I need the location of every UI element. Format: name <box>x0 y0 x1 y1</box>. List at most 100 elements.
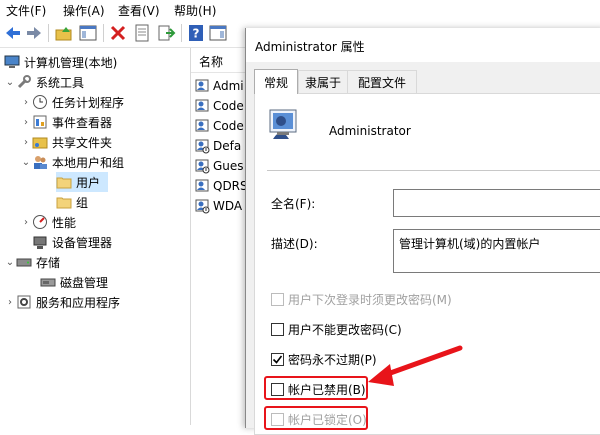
tree-item-computer-management[interactable]: 计算机管理(本地) <box>4 52 117 72</box>
annotation-arrow-icon <box>368 345 463 386</box>
tree-item-label: 磁盘管理 <box>60 275 109 290</box>
chevron-down-icon[interactable]: ⌄ <box>4 252 16 272</box>
tree-item-shared-folders[interactable]: › 共享文件夹 <box>20 132 112 152</box>
checkbox-box <box>271 293 284 306</box>
checkmark-icon <box>272 355 283 364</box>
menu-help[interactable]: 帮助(H) <box>174 2 216 19</box>
tree-item-label: 本地用户和组 <box>52 155 125 170</box>
list-item[interactable]: Admi <box>195 76 244 96</box>
list-item[interactable]: Code <box>195 96 244 116</box>
tree-item-label: 系统工具 <box>36 75 85 90</box>
device-manager-icon <box>32 234 48 250</box>
tab-general[interactable]: 常规 <box>254 69 298 94</box>
checkbox-box[interactable] <box>271 323 284 336</box>
chevron-down-icon[interactable]: ⌄ <box>20 152 32 172</box>
tree-item-task-scheduler[interactable]: › 任务计划程序 <box>20 92 124 112</box>
back-arrow-icon[interactable] <box>3 23 23 43</box>
tree-item-storage[interactable]: ⌄ 存储 <box>4 252 60 272</box>
chevron-down-icon[interactable]: ⌄ <box>4 72 16 92</box>
svg-text:?: ? <box>193 27 200 41</box>
highlight-box <box>264 406 368 430</box>
performance-icon <box>32 214 48 230</box>
tree-item-event-viewer[interactable]: › 事件查看器 <box>20 112 112 132</box>
chevron-right-icon[interactable]: › <box>4 292 16 312</box>
console-tree: 计算机管理(本地) ⌄ 系统工具 › 任务计划程序 › 事件查看器 › 共享文件… <box>0 48 191 425</box>
tab-member-of[interactable]: 隶属于 <box>298 70 348 93</box>
tree-item-label: 服务和应用程序 <box>36 295 121 310</box>
list-header-name[interactable]: 名称 <box>191 48 251 73</box>
disk-icon <box>40 274 56 290</box>
highlight-box <box>264 376 368 400</box>
tree-item-label: 用户 <box>76 175 101 190</box>
help-icon[interactable]: ? <box>186 23 206 43</box>
disabled-user-icon <box>195 138 211 154</box>
shared-folder-icon <box>32 134 48 150</box>
services-icon <box>16 294 32 310</box>
tree-item-label: 任务计划程序 <box>52 95 125 110</box>
list-item[interactable]: WDA <box>195 196 242 216</box>
description-field[interactable]: 管理计算机(域)的内置帐户 <box>393 229 600 273</box>
checkbox-cannot-change-password[interactable]: 用户不能更改密码(C) <box>271 321 402 338</box>
menu-action[interactable]: 操作(A) <box>63 2 105 19</box>
tools-icon <box>16 74 32 90</box>
list-item[interactable]: Defa <box>195 136 241 156</box>
dialog-title-bar[interactable]: Administrator 属性 <box>246 28 600 62</box>
computer-management-icon <box>4 54 20 70</box>
show-hide-action-icon[interactable] <box>208 23 228 43</box>
user-icon <box>195 178 211 194</box>
user-name: Administrator <box>329 124 411 138</box>
delete-icon[interactable] <box>108 23 128 43</box>
user-icon <box>195 98 211 114</box>
list-item[interactable]: QDRS <box>195 176 248 196</box>
disabled-user-icon <box>195 158 211 174</box>
chevron-right-icon[interactable]: › <box>20 132 32 152</box>
user-icon <box>195 118 211 134</box>
list-item[interactable]: Gues <box>195 156 244 176</box>
tree-item-groups[interactable]: 组 <box>56 192 88 212</box>
export-icon[interactable] <box>156 23 176 43</box>
tree-item-label: 计算机管理(本地) <box>24 55 118 70</box>
chevron-right-icon[interactable]: › <box>20 112 32 132</box>
tree-item-label: 存储 <box>36 255 61 270</box>
user-icon <box>195 78 211 94</box>
tree-item-label: 设备管理器 <box>52 235 113 250</box>
folder-icon <box>56 194 72 210</box>
tree-item-local-users-groups[interactable]: ⌄ 本地用户和组 <box>20 152 124 172</box>
folder-icon <box>56 174 72 190</box>
disabled-user-icon <box>195 198 211 214</box>
tree-item-services-apps[interactable]: › 服务和应用程序 <box>4 292 120 312</box>
checkbox-must-change-password: 用户下次登录时须更改密码(M) <box>271 291 452 308</box>
tree-item-label: 组 <box>76 195 89 210</box>
description-label: 描述(D): <box>271 237 318 251</box>
clock-icon <box>32 94 48 110</box>
properties-icon[interactable] <box>132 23 152 43</box>
up-folder-icon[interactable] <box>54 23 74 43</box>
menu-bar: 文件(F) 操作(A) 查看(V) 帮助(H) <box>0 0 600 19</box>
list-item[interactable]: Code <box>195 116 244 136</box>
tree-item-users[interactable]: 用户 <box>56 172 108 192</box>
user-list: 名称 Admi Code Code Defa Gues QDRS WDA <box>191 48 251 425</box>
users-group-icon <box>32 154 48 170</box>
user-avatar-icon <box>267 108 301 142</box>
menu-file[interactable]: 文件(F) <box>6 2 46 19</box>
tree-item-performance[interactable]: › 性能 <box>20 212 76 232</box>
chevron-right-icon[interactable]: › <box>20 212 32 232</box>
chevron-right-icon[interactable]: › <box>20 92 32 112</box>
menu-view[interactable]: 查看(V) <box>118 2 160 19</box>
tree-item-label: 事件查看器 <box>52 115 113 130</box>
event-viewer-icon <box>32 114 48 130</box>
fullname-label: 全名(F): <box>271 197 316 211</box>
tree-item-disk-management[interactable]: 磁盘管理 <box>40 272 108 292</box>
tree-item-system-tools[interactable]: ⌄ 系统工具 <box>4 72 84 92</box>
tree-item-label: 性能 <box>52 215 77 230</box>
storage-icon <box>16 254 32 270</box>
show-hide-tree-icon[interactable] <box>78 23 98 43</box>
divider <box>267 170 600 171</box>
forward-arrow-icon[interactable] <box>24 23 44 43</box>
tree-item-label: 共享文件夹 <box>52 135 113 150</box>
checkbox-box[interactable] <box>271 353 284 366</box>
tree-item-device-manager[interactable]: 设备管理器 <box>32 232 112 252</box>
tab-profile[interactable]: 配置文件 <box>347 70 417 93</box>
fullname-field[interactable] <box>393 189 600 217</box>
dialog-title: Administrator 属性 <box>255 40 365 54</box>
